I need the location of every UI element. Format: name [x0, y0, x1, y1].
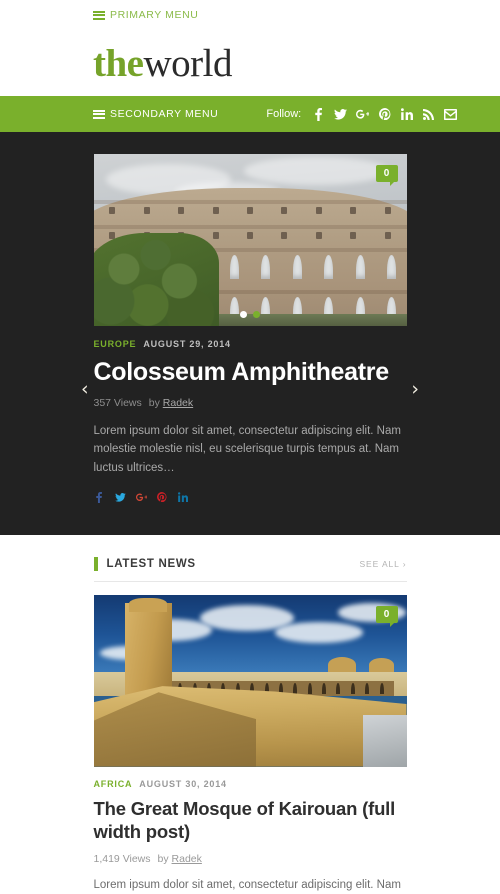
- slider-dot-active[interactable]: [253, 311, 260, 318]
- comment-count-badge[interactable]: 0: [376, 165, 398, 182]
- rss-icon[interactable]: [422, 109, 435, 120]
- post-meta: AFRICA AUGUST 30, 2014: [94, 779, 407, 789]
- facebook-share-icon[interactable]: [94, 492, 105, 503]
- site-header: theworld: [0, 30, 500, 96]
- facebook-icon[interactable]: [312, 108, 325, 121]
- hero-slider: ‹ ›: [0, 132, 500, 535]
- twitter-icon[interactable]: [334, 109, 347, 120]
- post-item: 0 AFRICA AUGUST 30, 2014 The Great Mosque…: [94, 582, 407, 894]
- slider-prev-arrow[interactable]: ‹: [81, 380, 89, 399]
- follow-group: Follow:: [266, 108, 457, 121]
- pinterest-icon[interactable]: [378, 108, 391, 120]
- logo-part-world: world: [144, 42, 233, 85]
- mosque-photo-art: [94, 595, 407, 767]
- slide-image-wrapper[interactable]: 0: [94, 154, 407, 326]
- slide-meta: EUROPE AUGUST 29, 2014: [94, 339, 407, 349]
- slider-dots: [94, 311, 407, 318]
- logo-part-the: the: [93, 42, 144, 85]
- section-title-wrap: LATEST NEWS: [94, 557, 196, 571]
- post-view-count: 1,419 Views: [94, 853, 151, 865]
- primary-menu-label: PRIMARY MENU: [110, 9, 199, 21]
- latest-news-section: LATEST NEWS SEE ALL ›: [0, 535, 500, 894]
- twitter-share-icon[interactable]: [115, 493, 126, 502]
- follow-label: Follow:: [266, 108, 301, 120]
- slide-content: EUROPE AUGUST 29, 2014 Colosseum Amphithe…: [94, 326, 407, 503]
- page-root: PRIMARY MENU theworld SECONDARY MENU Fol…: [0, 0, 500, 894]
- linkedin-icon[interactable]: [400, 108, 413, 120]
- colosseum-photo-art: [94, 154, 407, 326]
- site-logo[interactable]: theworld: [93, 44, 232, 83]
- post-excerpt: Lorem ipsum dolor sit amet, consectetur …: [94, 876, 407, 894]
- slide-author-link[interactable]: Radek: [163, 397, 193, 409]
- slide-title[interactable]: Colosseum Amphitheatre: [94, 358, 407, 387]
- linkedin-share-icon[interactable]: [178, 492, 189, 502]
- see-all-link[interactable]: SEE ALL ›: [359, 559, 406, 569]
- slider-next-arrow[interactable]: ›: [411, 380, 419, 399]
- hamburger-icon: [93, 11, 105, 20]
- section-title: LATEST NEWS: [107, 558, 196, 570]
- hamburger-icon: [93, 110, 105, 119]
- primary-menu-bar: PRIMARY MENU: [0, 0, 500, 30]
- post-content: AFRICA AUGUST 30, 2014 The Great Mosque o…: [94, 767, 407, 894]
- slide-by-label: by: [149, 397, 160, 409]
- email-icon[interactable]: [444, 109, 457, 120]
- slide-views-line: 357 Views by Radek: [94, 397, 407, 409]
- post-title[interactable]: The Great Mosque of Kairouan (full width…: [94, 798, 407, 844]
- post-category[interactable]: AFRICA: [94, 779, 133, 789]
- latest-news-header: LATEST NEWS SEE ALL ›: [94, 557, 407, 582]
- post-by-label: by: [158, 853, 169, 865]
- post-views-line: 1,419 Views by Radek: [94, 853, 407, 865]
- secondary-menu-toggle[interactable]: SECONDARY MENU: [93, 108, 218, 120]
- slide-view-count: 357 Views: [94, 397, 142, 409]
- slide-category[interactable]: EUROPE: [94, 339, 137, 349]
- post-author-link[interactable]: Radek: [172, 853, 202, 865]
- secondary-menu-label: SECONDARY MENU: [110, 108, 218, 120]
- section-accent-bar: [94, 557, 98, 571]
- slide-share-row: [94, 492, 407, 503]
- post-date: AUGUST 30, 2014: [139, 779, 227, 789]
- slide-image-colosseum[interactable]: 0: [94, 154, 407, 326]
- slide-excerpt: Lorem ipsum dolor sit amet, consectetur …: [94, 422, 407, 478]
- google-plus-icon[interactable]: [356, 109, 369, 120]
- comment-count-badge[interactable]: 0: [376, 606, 398, 623]
- google-plus-share-icon[interactable]: [136, 493, 147, 502]
- secondary-menu-bar: SECONDARY MENU Follow:: [0, 96, 500, 132]
- post-image-kairouan[interactable]: 0: [94, 595, 407, 767]
- slider-dot[interactable]: [240, 311, 247, 318]
- primary-menu-toggle[interactable]: PRIMARY MENU: [93, 9, 199, 21]
- slide-date: AUGUST 29, 2014: [143, 339, 231, 349]
- pinterest-share-icon[interactable]: [157, 492, 168, 502]
